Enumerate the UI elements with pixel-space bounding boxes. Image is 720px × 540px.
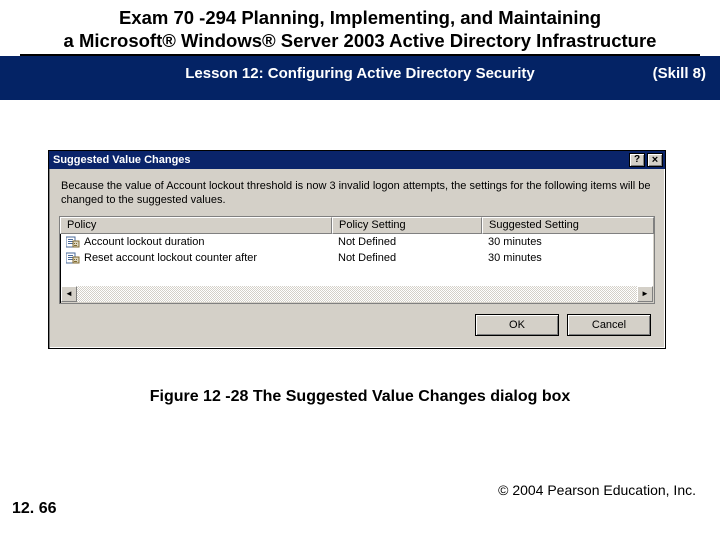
scroll-track[interactable] [77,286,637,302]
dialog-button-row: OK Cancel [59,304,655,340]
cell-policy-text: Reset account lockout counter after [84,252,257,264]
scroll-left-button[interactable]: ◄ [61,286,77,302]
listview-rows: Account lockout duration Not Defined 30 … [60,234,654,266]
figure-caption: Figure 12 -28 The Suggested Value Change… [0,388,720,406]
copyright: © 2004 Pearson Education, Inc. [498,482,696,498]
scroll-right-button[interactable]: ► [637,286,653,302]
dialog-suggested-value-changes: Suggested Value Changes ? × Because the … [48,150,666,349]
course-title: Exam 70 -294 Planning, Implementing, and… [20,6,700,52]
close-button[interactable]: × [647,153,663,167]
policy-icon [66,236,80,248]
cell-policy: Reset account lockout counter after [60,252,332,264]
figure-area: Suggested Value Changes ? × Because the … [48,150,668,349]
cell-policy-text: Account lockout duration [84,236,204,248]
cell-policy-setting: Not Defined [332,252,482,264]
slide: Exam 70 -294 Planning, Implementing, and… [0,0,720,540]
header-block: Exam 70 -294 Planning, Implementing, and… [0,0,720,54]
table-row[interactable]: Reset account lockout counter after Not … [60,250,654,266]
lesson-title: Lesson 12: Configuring Active Directory … [0,65,720,82]
cell-suggested-setting: 30 minutes [482,236,654,248]
horizontal-scrollbar[interactable]: ◄ ► [61,286,653,302]
table-row[interactable]: Account lockout duration Not Defined 30 … [60,234,654,250]
policy-icon [66,252,80,264]
cell-policy-setting: Not Defined [332,236,482,248]
close-icon: × [652,155,658,166]
course-title-line1: Exam 70 -294 Planning, Implementing, and… [119,7,601,28]
cell-suggested-setting: 30 minutes [482,252,654,264]
listview-header: Policy Policy Setting Suggested Setting [60,217,654,234]
column-header-policy[interactable]: Policy [60,217,332,234]
column-header-suggested-setting[interactable]: Suggested Setting [482,217,654,234]
cancel-button[interactable]: Cancel [567,314,651,336]
dialog-title: Suggested Value Changes [53,154,627,166]
dialog-body: Because the value of Account lockout thr… [49,169,665,348]
chevron-right-icon: ► [641,290,649,298]
help-button[interactable]: ? [629,153,645,167]
column-header-policy-setting[interactable]: Policy Setting [332,217,482,234]
page-number: 12. 66 [12,500,56,518]
policy-listview[interactable]: Policy Policy Setting Suggested Setting … [59,216,655,304]
cell-policy: Account lockout duration [60,236,332,248]
course-title-line2: a Microsoft® Windows® Server 2003 Active… [64,30,657,51]
ok-button[interactable]: OK [475,314,559,336]
help-icon: ? [634,155,640,165]
lesson-bar: Lesson 12: Configuring Active Directory … [0,56,720,100]
dialog-titlebar[interactable]: Suggested Value Changes ? × [49,151,665,169]
skill-label: (Skill 8) [653,65,706,82]
dialog-explanation: Because the value of Account lockout thr… [59,177,655,216]
chevron-left-icon: ◄ [65,290,73,298]
